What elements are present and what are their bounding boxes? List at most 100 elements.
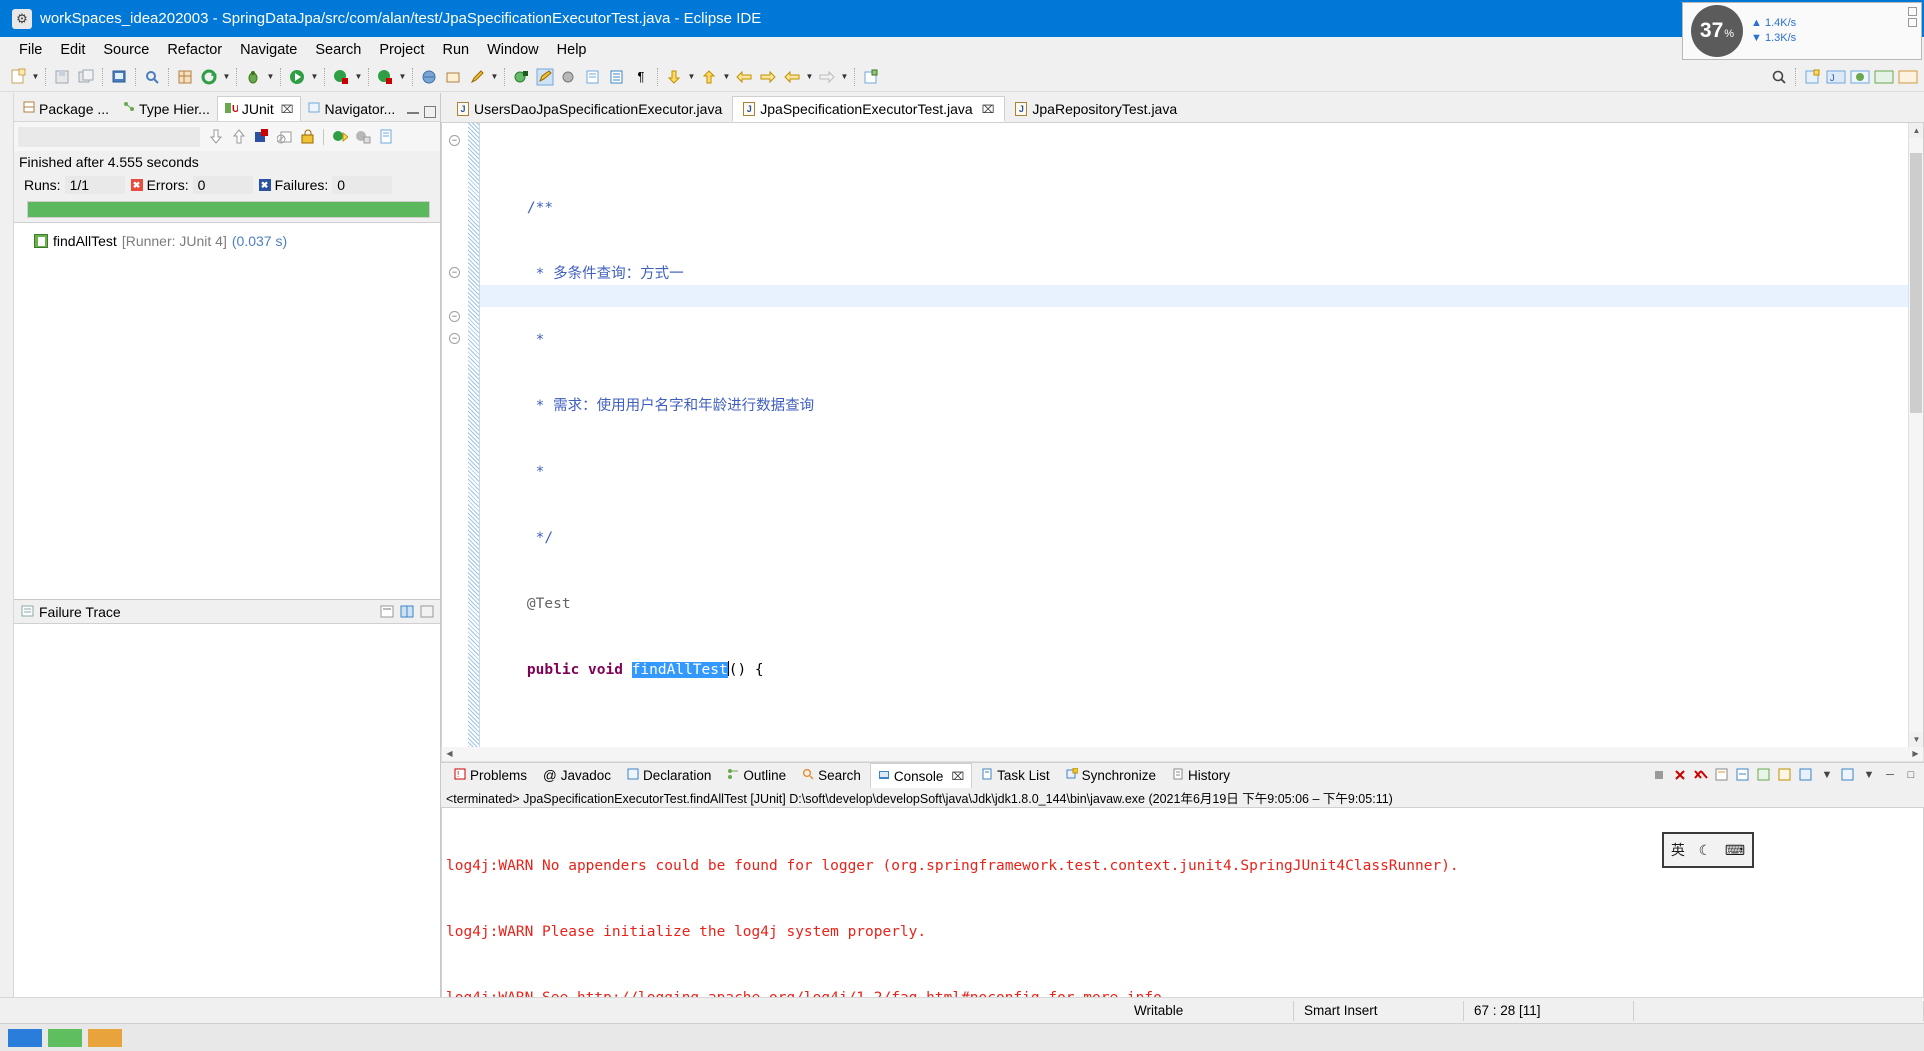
taskbar-item-icon[interactable] — [48, 1028, 82, 1047]
java-perspective-icon[interactable]: J — [1825, 66, 1847, 88]
menu-item-run[interactable]: Run — [433, 40, 478, 60]
next-edit-location-icon[interactable] — [663, 66, 685, 88]
menu-item-search[interactable]: Search — [306, 40, 370, 60]
next-annotation-icon[interactable] — [582, 66, 604, 88]
refresh-icon[interactable] — [198, 66, 220, 88]
scrollbar-thumb[interactable] — [1910, 153, 1922, 413]
chevron-down-icon[interactable]: ▼ — [265, 66, 276, 88]
ime-indicator[interactable]: 英 ☾ ⌨ — [1662, 832, 1754, 868]
open-perspective-button[interactable] — [1801, 66, 1823, 88]
scroll-lock-icon[interactable] — [1734, 765, 1752, 784]
menu-item-navigate[interactable]: Navigate — [231, 40, 306, 60]
save-icon[interactable] — [51, 66, 73, 88]
chevron-down-icon[interactable]: ▼ — [721, 66, 732, 88]
chevron-down-icon[interactable]: ▼ — [1818, 765, 1836, 784]
pilcrow-icon[interactable]: ¶ — [630, 66, 652, 88]
menu-item-help[interactable]: Help — [548, 40, 596, 60]
word-wrap-icon[interactable] — [1755, 765, 1773, 784]
performance-monitor-widget[interactable]: 37% ▲ 1.4K/s ▼ 1.3K/s — [1682, 2, 1922, 60]
history-icon[interactable] — [374, 126, 397, 148]
stop-icon[interactable] — [273, 126, 296, 148]
forward-icon[interactable] — [757, 66, 779, 88]
external-tools-icon[interactable] — [374, 66, 396, 88]
tab-outline[interactable]: Outline — [720, 766, 793, 785]
debug-perspective-icon[interactable] — [1849, 66, 1871, 88]
compare-result-icon[interactable] — [400, 605, 414, 621]
close-icon[interactable]: ⌧ — [281, 103, 294, 116]
tab-type-hierarchy[interactable]: Type Hier... — [116, 96, 217, 121]
previous-edit-location-icon[interactable] — [698, 66, 720, 88]
lock-icon[interactable] — [296, 126, 319, 148]
fold-toggle-icon[interactable]: − — [449, 267, 460, 278]
pencil-icon[interactable] — [466, 66, 488, 88]
open-type-icon[interactable] — [108, 66, 130, 88]
widget-box-icon[interactable] — [1908, 18, 1917, 27]
team-sync-perspective-icon[interactable] — [1897, 66, 1919, 88]
folding-gutter[interactable]: − − − − — [442, 123, 468, 747]
chevron-down-icon[interactable]: ▼ — [309, 66, 320, 88]
fold-toggle-icon[interactable]: − — [449, 311, 460, 322]
java-ee-perspective-icon[interactable] — [1873, 66, 1895, 88]
widget-controls[interactable] — [1908, 7, 1917, 27]
tab-search[interactable]: Search — [795, 766, 868, 785]
new-connection-profile-icon[interactable] — [418, 66, 440, 88]
menu-item-source[interactable]: Source — [94, 40, 158, 60]
back-history-icon[interactable] — [781, 66, 803, 88]
tab-javadoc[interactable]: @ Javadoc — [536, 766, 618, 785]
tab-junit[interactable]: U JUnit ⌧ — [216, 96, 302, 121]
code-editor[interactable]: − − − − /** * 多条件查询：方式一 * * 需求：使用用户名字和年龄… — [441, 122, 1924, 747]
tab-navigator[interactable]: Navigator... — [301, 96, 402, 121]
widget-box-icon[interactable] — [1908, 7, 1917, 16]
toggle-mark-occurrences-icon[interactable] — [534, 66, 556, 88]
ime-moon-icon[interactable]: ☾ — [1699, 842, 1712, 859]
taskbar-item-icon[interactable] — [88, 1028, 122, 1047]
remove-all-terminated-icon[interactable] — [1692, 765, 1710, 784]
chevron-down-icon[interactable]: ▼ — [221, 66, 232, 88]
ime-keyboard-icon[interactable]: ⌨ — [1725, 842, 1745, 859]
run-icon[interactable] — [286, 66, 308, 88]
back-icon[interactable] — [733, 66, 755, 88]
debug-icon[interactable] — [242, 66, 264, 88]
test-tree-item[interactable]: findAllTest [Runner: JUnit 4] (0.037 s) — [14, 231, 440, 251]
next-failure-icon[interactable] — [204, 126, 227, 148]
rerun-test-icon[interactable] — [328, 126, 351, 148]
filter-stack-trace-icon[interactable] — [380, 605, 394, 621]
new-class-icon[interactable] — [510, 66, 532, 88]
show-failures-only-icon[interactable] — [250, 126, 273, 148]
source-code-area[interactable]: /** * 多条件查询：方式一 * * 需求：使用用户名字和年龄进行数据查询 *… — [480, 123, 1923, 747]
maximize-view-icon[interactable] — [424, 106, 436, 118]
view-menu-icon[interactable] — [420, 605, 434, 621]
fold-toggle-icon[interactable]: − — [449, 135, 460, 146]
ime-mode-label[interactable]: 英 — [1671, 840, 1685, 860]
rerun-failed-icon[interactable] — [351, 126, 374, 148]
new-java-package-icon[interactable] — [174, 66, 196, 88]
open-perspective-icon[interactable] — [442, 66, 464, 88]
pin-console-icon[interactable] — [1776, 765, 1794, 784]
minimize-panel-icon[interactable]: ─ — [1881, 765, 1899, 784]
close-icon[interactable]: ⌧ — [982, 103, 995, 116]
menu-item-file[interactable]: File — [10, 40, 51, 60]
close-icon[interactable]: ⌧ — [951, 770, 964, 783]
tab-problems[interactable]: ! Problems — [447, 766, 534, 785]
scroll-up-icon[interactable]: ▲ — [1909, 123, 1923, 138]
save-all-icon[interactable] — [75, 66, 97, 88]
scroll-down-icon[interactable]: ▼ — [1909, 732, 1923, 747]
minimize-view-icon[interactable] — [407, 111, 419, 114]
taskbar-item-icon[interactable] — [8, 1028, 42, 1047]
junit-test-tree[interactable]: findAllTest [Runner: JUnit 4] (0.037 s) — [14, 222, 440, 599]
editor-vertical-scrollbar[interactable]: ▲ ▼ — [1908, 123, 1923, 747]
search-magnifier-icon[interactable] — [141, 66, 163, 88]
open-console-icon[interactable] — [1839, 765, 1857, 784]
scroll-left-icon[interactable]: ◀ — [442, 747, 457, 760]
quick-access-search-icon[interactable] — [1768, 66, 1790, 88]
tab-console[interactable]: Console ⌧ — [869, 763, 973, 788]
chevron-down-icon[interactable]: ▼ — [353, 66, 364, 88]
tab-task-list[interactable]: Task List — [974, 766, 1057, 785]
editor-horizontal-scrollbar[interactable]: ◀ ▶ — [441, 747, 1924, 762]
chevron-down-icon[interactable]: ▼ — [804, 66, 815, 88]
chevron-down-icon[interactable]: ▼ — [397, 66, 408, 88]
failure-trace-body[interactable] — [14, 623, 440, 1023]
menu-item-refactor[interactable]: Refactor — [158, 40, 231, 60]
chevron-down-icon[interactable]: ▼ — [1860, 765, 1878, 784]
menu-item-window[interactable]: Window — [478, 40, 548, 60]
